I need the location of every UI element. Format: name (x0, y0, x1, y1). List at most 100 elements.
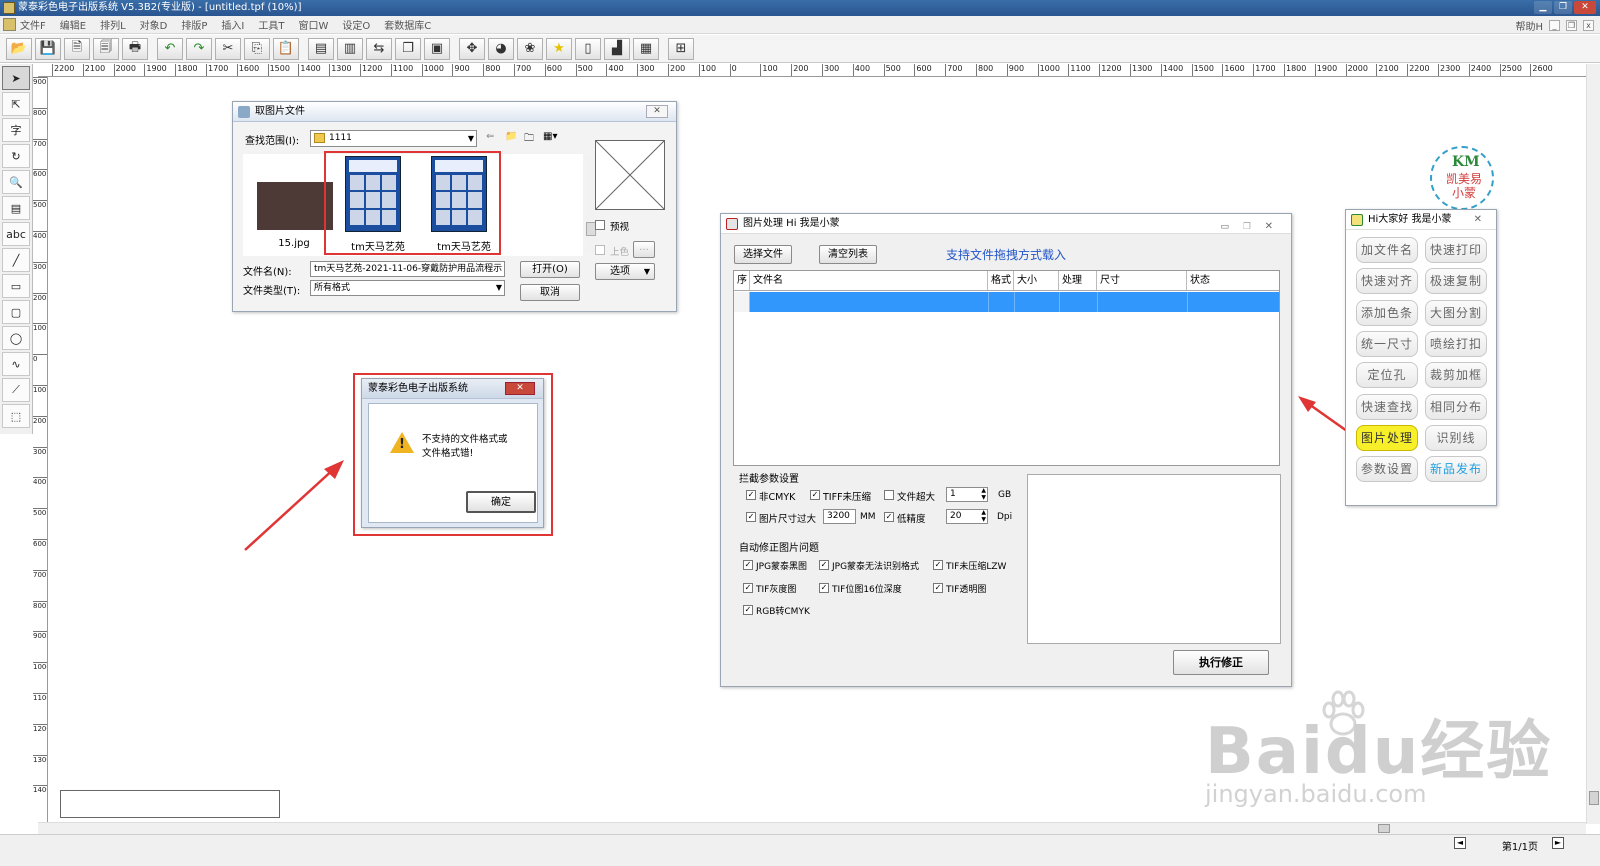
helper-button[interactable]: 快速打印 (1425, 237, 1487, 263)
up-folder-icon[interactable]: 📁 (505, 131, 517, 142)
printer-icon[interactable]: 🖶 (122, 37, 148, 60)
paste-icon[interactable]: 📋 (273, 37, 299, 60)
ip-minimize-button[interactable]: ▭ (1220, 217, 1229, 237)
helper-button[interactable]: 新品发布 (1425, 456, 1487, 483)
ok-button[interactable]: 确定 (466, 491, 536, 513)
helper-button[interactable]: 快速对齐 (1356, 268, 1418, 295)
text-frame-icon[interactable]: ▤ (308, 37, 334, 60)
pointer-icon[interactable]: ➤ (2, 66, 30, 90)
menu-item[interactable]: 设定O (342, 17, 370, 32)
view-menu-icon[interactable]: ▦▾ (543, 131, 557, 142)
star-icon[interactable]: ★ (546, 37, 572, 60)
cut-icon[interactable]: ✂ (215, 37, 241, 60)
spinner-icon[interactable]: ▲ ▼ (981, 510, 986, 523)
look-in-select[interactable]: 1111 ▼ (310, 130, 477, 147)
doc-close-button[interactable]: x (1583, 20, 1594, 31)
help-menu[interactable]: 帮助H (1515, 18, 1543, 33)
minimize-button[interactable]: ▁ (1534, 1, 1552, 14)
polyline-icon[interactable]: ⟋ (2, 378, 30, 402)
print-setup-icon[interactable]: 🗐 (93, 37, 119, 60)
zoom-page-icon[interactable]: ⊞ (668, 37, 694, 60)
horizontal-scrollbar[interactable] (38, 822, 1586, 834)
rotate-icon[interactable]: ↻ (2, 144, 30, 168)
autofix-checkbox[interactable]: ✓ (933, 560, 943, 570)
file-size-input[interactable]: 1 ▲ ▼ (946, 487, 988, 502)
menu-item[interactable]: 排版P (181, 17, 207, 32)
rounded-rect-icon[interactable]: ▢ (2, 300, 30, 324)
menu-item[interactable]: 排列L (100, 17, 126, 32)
open-icon[interactable]: 📂 (6, 37, 32, 60)
table-icon[interactable]: ▦ (633, 37, 659, 60)
non-cmyk-checkbox[interactable]: ✓ (746, 490, 756, 500)
ip-close-button[interactable]: ✕ (1265, 217, 1273, 237)
filename-input[interactable]: tm天马艺苑-2021-11-06-穿戴防护用品流程示 (310, 261, 505, 277)
vertical-scrollbar[interactable] (1586, 64, 1600, 824)
book-icon[interactable]: ▯ (575, 37, 601, 60)
abc-text-icon[interactable]: abc (2, 222, 30, 246)
color-palette-icon[interactable]: ◕ (488, 37, 514, 60)
colorize-checkbox[interactable] (595, 245, 605, 255)
zoom-icon[interactable]: 🔍 (2, 170, 30, 194)
doc-minimize-button[interactable]: _ (1549, 20, 1560, 31)
open-button[interactable]: 打开(O) (520, 261, 580, 278)
menu-item[interactable]: 工具T (258, 17, 284, 32)
text-tool-icon[interactable]: 字 (2, 118, 30, 142)
chart-icon[interactable]: ▟ (604, 37, 630, 60)
helper-button[interactable]: 图片处理 (1356, 424, 1418, 451)
text-link-icon[interactable]: ▥ (337, 37, 363, 60)
text-flow-icon[interactable]: ⇆ (366, 37, 392, 60)
menu-item[interactable]: 文件F (20, 17, 46, 32)
helper-close-button[interactable]: ✕ (1474, 210, 1482, 230)
autofix-checkbox[interactable]: ✓ (819, 560, 829, 570)
line-icon[interactable]: ╱ (2, 248, 30, 272)
ip-maximize-button[interactable]: ❐ (1243, 217, 1251, 237)
curve-icon[interactable]: ∿ (2, 352, 30, 376)
helper-button[interactable]: 裁剪加框 (1425, 362, 1487, 389)
page-icon[interactable]: ▤ (2, 196, 30, 220)
helper-button[interactable]: 参数设置 (1356, 456, 1418, 483)
ellipse-icon[interactable]: ◯ (2, 326, 30, 350)
next-page-icon[interactable]: ► (1552, 837, 1564, 849)
move-icon[interactable]: ✥ (459, 37, 485, 60)
helper-button[interactable]: 统一尺寸 (1356, 330, 1418, 357)
crop-icon[interactable]: ⬚ (2, 404, 30, 428)
group-icon[interactable]: ▣ (424, 37, 450, 60)
color-pick-button[interactable]: ... (633, 241, 655, 258)
options-button[interactable]: 选项 ▼ (595, 263, 655, 280)
helper-button[interactable]: 加文件名 (1356, 237, 1418, 263)
print-preview-icon[interactable]: 🗎 (64, 37, 90, 60)
clear-list-button[interactable]: 清空列表 (819, 245, 877, 264)
execute-fix-button[interactable]: 执行修正 (1173, 650, 1269, 675)
filetype-select[interactable]: 所有格式 ▼ (310, 280, 505, 296)
menu-item[interactable]: 对象D (140, 17, 168, 32)
menu-item[interactable]: 窗口W (298, 17, 328, 32)
size-input[interactable]: 3200 (823, 509, 856, 524)
menu-item[interactable]: 插入I (221, 17, 244, 32)
dpi-input[interactable]: 20 ▲ ▼ (946, 509, 988, 524)
autofix-checkbox[interactable]: ✓ (933, 583, 943, 593)
low-dpi-checkbox[interactable]: ✓ (884, 512, 894, 522)
color-wheel-icon[interactable]: ❀ (517, 37, 543, 60)
dialog-close-button[interactable]: ✕ (646, 105, 668, 118)
spinner-icon[interactable]: ▲ ▼ (981, 488, 986, 501)
new-folder-icon[interactable]: 🗀 (524, 131, 534, 148)
file-item[interactable]: 15.jpg (249, 154, 333, 254)
helper-button[interactable]: 识别线 (1425, 424, 1487, 451)
doc-restore-button[interactable]: ❐ (1566, 20, 1577, 31)
menu-item[interactable]: 编辑E (60, 17, 86, 32)
autofix-checkbox[interactable]: ✓ (819, 583, 829, 593)
undo-icon[interactable]: ↶ (157, 37, 183, 60)
file-too-large-checkbox[interactable] (884, 490, 894, 500)
table-row[interactable] (734, 292, 1279, 312)
maximize-button[interactable]: ❐ (1554, 1, 1572, 14)
prev-page-icon[interactable]: ◄ (1454, 837, 1466, 849)
tiff-uncompressed-checkbox[interactable]: ✓ (810, 490, 820, 500)
save-icon[interactable]: 💾 (35, 37, 61, 60)
select-file-button[interactable]: 选择文件 (734, 245, 792, 264)
menu-item[interactable]: 套数据库C (384, 17, 431, 32)
helper-button[interactable]: 极速复制 (1425, 268, 1487, 295)
preview-checkbox[interactable] (595, 220, 605, 230)
size-too-large-checkbox[interactable]: ✓ (746, 512, 756, 522)
canvas-frame[interactable] (60, 790, 280, 818)
close-button[interactable]: ✕ (1574, 1, 1596, 14)
